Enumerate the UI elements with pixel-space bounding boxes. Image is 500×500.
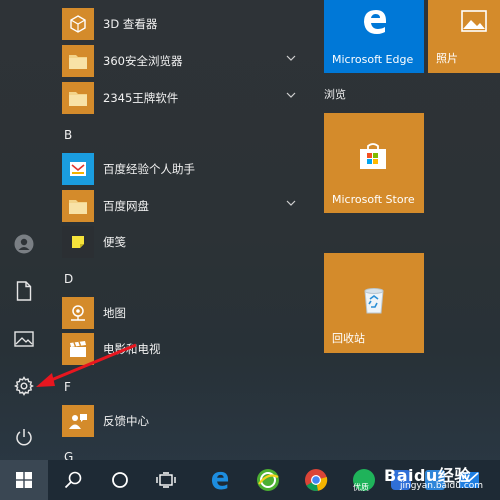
tile-photos[interactable]: 照片	[428, 0, 500, 73]
movies-icon	[62, 333, 94, 365]
chevron-down-icon[interactable]	[286, 199, 296, 207]
pictures-button[interactable]	[0, 316, 48, 362]
chrome-icon	[305, 469, 328, 491]
user-icon	[14, 234, 34, 254]
task-view-icon	[156, 472, 176, 488]
360-browser-icon	[257, 469, 279, 491]
tile-microsoft-edge[interactable]: Microsoft Edge	[324, 0, 424, 73]
app-2345-folder[interactable]: 2345王牌软件	[62, 80, 308, 116]
baidu-jingyan-icon	[62, 153, 94, 185]
taskbar-chrome[interactable]	[293, 460, 339, 500]
windows-start-icon	[16, 472, 32, 488]
section-header-b[interactable]: B	[64, 128, 72, 142]
documents-button[interactable]	[0, 268, 48, 314]
start-button[interactable]	[0, 460, 48, 500]
section-header-g[interactable]: G	[64, 450, 73, 460]
app-label: 2345王牌软件	[103, 91, 179, 105]
recycle-bin-icon	[364, 288, 384, 314]
edge-icon	[211, 471, 229, 490]
app-sticky-notes[interactable]: 便笺	[62, 224, 308, 260]
start-sidebar	[0, 0, 48, 460]
taskbar-360-browser[interactable]	[245, 460, 291, 500]
settings-icon	[14, 376, 34, 396]
user-account-button[interactable]	[0, 221, 48, 267]
power-icon	[16, 429, 32, 446]
power-button[interactable]	[0, 414, 48, 460]
folder-icon	[62, 82, 94, 114]
edge-icon	[364, 10, 386, 34]
app-360-browser-folder[interactable]: 360安全浏览器	[62, 43, 308, 79]
cortana-button[interactable]	[97, 460, 143, 500]
tile-label: Microsoft Edge	[332, 53, 414, 66]
documents-icon	[16, 281, 32, 301]
app-feedback-hub[interactable]: 反馈中心	[62, 403, 308, 439]
store-icon	[360, 143, 386, 169]
watermark-url: jingyan.baidu.com	[400, 481, 484, 491]
pictures-icon	[14, 331, 34, 347]
tile-label: 回收站	[332, 332, 365, 345]
app-label: 电影和电视	[103, 342, 161, 356]
youxuan-label: 优质	[353, 483, 369, 492]
app-label: 百度网盘	[103, 199, 149, 213]
section-header-d[interactable]: D	[64, 272, 73, 286]
photos-icon	[461, 10, 487, 32]
app-label: 360安全浏览器	[103, 54, 183, 68]
maps-icon	[62, 297, 94, 329]
app-label: 地图	[103, 306, 126, 320]
app-label: 百度经验个人助手	[103, 162, 195, 176]
cortana-icon	[112, 472, 128, 488]
task-view-button[interactable]	[143, 460, 189, 500]
tile-group-label[interactable]: 浏览	[324, 86, 346, 102]
settings-button[interactable]	[0, 363, 48, 409]
sticky-notes-icon	[62, 226, 94, 258]
chevron-down-icon[interactable]	[286, 91, 296, 99]
tile-label: Microsoft Store	[332, 193, 415, 206]
app-list[interactable]: 3D 查看器 360安全浏览器 2345王牌软件 B 百度经验个人助手 百度网盘…	[48, 0, 310, 460]
chevron-down-icon[interactable]	[286, 54, 296, 62]
feedback-icon	[62, 405, 94, 437]
app-label: 3D 查看器	[103, 17, 158, 31]
app-baidu-netdisk-folder[interactable]: 百度网盘	[62, 188, 308, 224]
app-movies-tv[interactable]: 电影和电视	[62, 331, 308, 367]
folder-icon	[62, 190, 94, 222]
search-icon	[64, 471, 82, 489]
folder-icon	[62, 45, 94, 77]
tile-microsoft-store[interactable]: Microsoft Store	[324, 113, 424, 213]
taskbar-edge[interactable]	[197, 460, 243, 500]
app-label: 反馈中心	[103, 414, 149, 428]
app-maps[interactable]: 地图	[62, 295, 308, 331]
search-button[interactable]	[50, 460, 96, 500]
section-header-f[interactable]: F	[64, 380, 71, 394]
tile-label: 照片	[436, 52, 458, 65]
app-3d-viewer[interactable]: 3D 查看器	[62, 6, 308, 42]
3d-viewer-icon	[62, 8, 94, 40]
app-baidu-jingyan[interactable]: 百度经验个人助手	[62, 151, 308, 187]
app-label: 便笺	[103, 235, 126, 249]
tile-recycle-bin[interactable]: 回收站	[324, 253, 424, 353]
